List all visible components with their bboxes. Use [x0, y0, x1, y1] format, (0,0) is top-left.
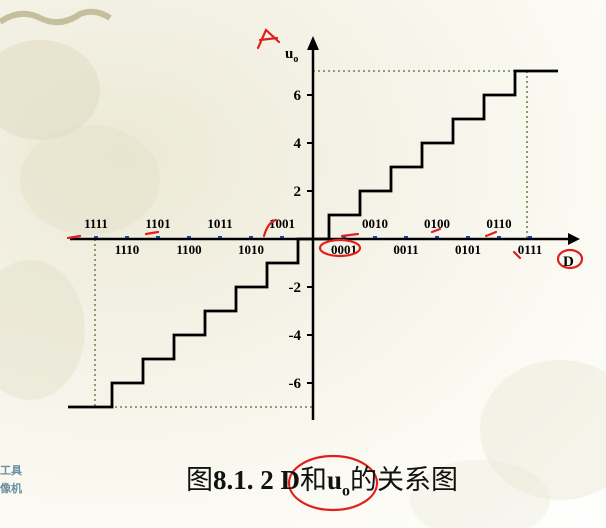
code-label-1011: 1011 — [207, 216, 232, 231]
y-axis-arrow — [307, 36, 319, 50]
corner-logo: 工具 像机 — [0, 462, 36, 506]
annotation-arrow-mark — [256, 28, 281, 50]
x-axis-arrow — [568, 233, 580, 245]
annotation-dash — [484, 230, 498, 238]
code-label-1100: 1100 — [176, 242, 201, 257]
caption-D: D — [280, 465, 301, 495]
annotation-dash — [340, 232, 360, 238]
code-label-0110: 0110 — [486, 216, 511, 231]
handwritten-annotations — [66, 28, 584, 512]
annotation-dash — [144, 230, 160, 236]
code-label-0101: 0101 — [455, 242, 481, 257]
caption-u-sub: o — [342, 482, 351, 500]
caption-number: 8.1. 2 — [213, 465, 274, 495]
annotation-dash — [66, 234, 82, 240]
y-tick-label: 2 — [294, 184, 302, 200]
y-tick-label: 6 — [294, 88, 302, 104]
caption-prefix: 图 — [186, 465, 213, 495]
code-label-0111: 0111 — [518, 242, 543, 257]
y-tick-label: -4 — [289, 328, 302, 344]
y-tick-label: -6 — [289, 376, 302, 392]
code-label-0011: 0011 — [393, 242, 418, 257]
caption-suffix: 的关系图 — [350, 465, 459, 495]
figure-caption: 图8.1. 2 D和uo的关系图 — [186, 458, 526, 500]
code-label-0100: 0100 — [424, 216, 450, 231]
code-label-1001: 1001 — [269, 216, 295, 231]
corner-logo-line2: 像机 — [0, 482, 22, 495]
code-label-0010: 0010 — [362, 216, 388, 231]
x-axis-label: D — [563, 254, 574, 270]
code-label-1111: 1111 — [84, 216, 108, 231]
caption-u: u — [327, 465, 343, 495]
staircase-plot: -6 -4 -2 2 4 6 1111 1101 1011 1001 0010 0100 0110 11… — [66, 28, 584, 512]
slide: -6 -4 -2 2 4 6 1111 1101 1011 1001 0010 0100 0110 11… — [0, 0, 606, 528]
code-label-1101: 1101 — [145, 216, 170, 231]
y-tick-label: -2 — [289, 280, 302, 296]
caption-he: 和 — [300, 465, 327, 495]
code-label-1010: 1010 — [238, 242, 264, 257]
corner-logo-line1: 工具 — [0, 464, 22, 477]
y-tick-label: 4 — [294, 136, 302, 152]
code-label-1110: 1110 — [115, 242, 140, 257]
y-axis-label: uo — [285, 46, 298, 65]
